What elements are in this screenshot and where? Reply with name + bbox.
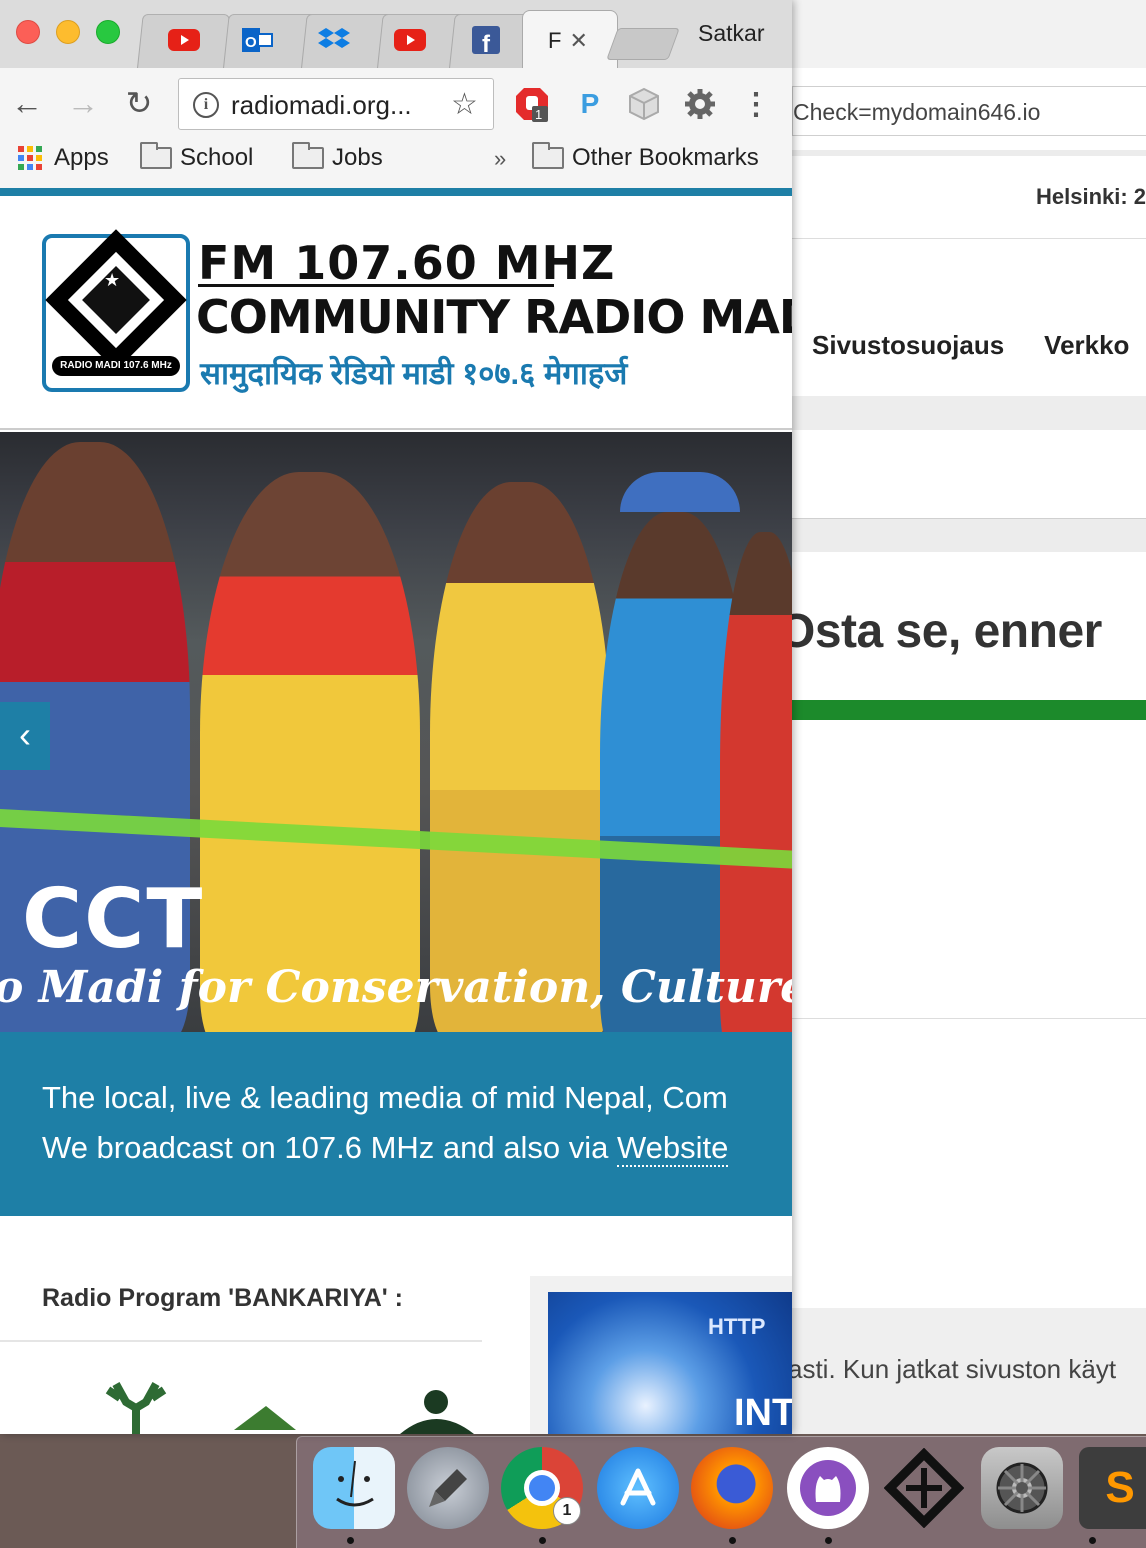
brand-divider xyxy=(198,284,554,287)
unity-icon[interactable] xyxy=(883,1447,965,1529)
address-bar[interactable]: i radiomadi.org... ☆ xyxy=(178,78,494,130)
chrome-icon[interactable]: 1 xyxy=(501,1447,583,1529)
brand-frequency: FM 107.60 MHZ xyxy=(198,236,616,290)
background-address-bar[interactable]: Check=mydomain646.io xyxy=(792,86,1146,136)
intro-line: The local, live & leading media of mid N… xyxy=(42,1080,728,1115)
background-nav-item-verkko[interactable]: Verkko xyxy=(1044,330,1129,360)
program-heading: Radio Program 'BANKARIYA' : xyxy=(42,1284,404,1312)
gear-extension-icon[interactable] xyxy=(682,86,718,122)
facebook-icon: f xyxy=(470,26,502,54)
profile-name[interactable]: Satkar xyxy=(698,20,764,47)
hero-figure xyxy=(430,482,610,1032)
background-toolbar-divider xyxy=(792,150,1146,156)
hero-figure xyxy=(200,472,420,1032)
internet-banner-image[interactable]: HTTP INT xyxy=(548,1292,792,1434)
dock-running-indicator xyxy=(825,1537,832,1544)
app-store-icon[interactable] xyxy=(597,1447,679,1529)
github-desktop-icon[interactable] xyxy=(787,1447,869,1529)
url-text: radiomadi.org... xyxy=(231,90,412,120)
background-green-bar xyxy=(792,700,1146,720)
background-divider xyxy=(792,238,1146,239)
bookmark-apps[interactable]: Apps xyxy=(18,144,109,172)
chrome-badge: 1 xyxy=(553,1497,581,1525)
slide-subtitle: o Madi for Conservation, Culture and T xyxy=(0,962,792,1013)
close-tab-icon[interactable]: ✕ xyxy=(569,28,587,53)
int-label: INT xyxy=(734,1392,792,1434)
deer-icon xyxy=(105,1382,167,1434)
star-icon: ★ xyxy=(104,270,121,290)
tab-active-label: F ✕ xyxy=(548,28,588,53)
bookmark-star-icon[interactable]: ☆ xyxy=(451,87,478,122)
umbrella xyxy=(620,472,740,512)
background-helsinki-time: Helsinki: 2 xyxy=(1036,184,1146,209)
adblock-extension-icon[interactable]: 1 xyxy=(514,86,550,122)
svg-text:f: f xyxy=(482,31,491,54)
slide-title: CCT xyxy=(22,872,205,967)
main-browser-window: O f F ✕ Satkar ← → ↻ i radiomadi.org... ☆… xyxy=(0,0,792,1434)
intro-line: We broadcast on 107.6 MHz and also via W… xyxy=(42,1130,729,1167)
background-url: Check=mydomain646.io xyxy=(793,99,1041,125)
dock-running-indicator xyxy=(539,1537,546,1544)
dock-running-indicator xyxy=(729,1537,736,1544)
finder-icon[interactable] xyxy=(313,1447,395,1529)
background-tabstrip xyxy=(792,0,1146,68)
bookmark-folder-jobs[interactable]: Jobs xyxy=(292,142,383,172)
http-label: HTTP xyxy=(708,1314,766,1339)
bookmark-folder-school[interactable]: School xyxy=(140,142,253,172)
youtube-icon xyxy=(168,26,200,54)
info-icon[interactable]: i xyxy=(193,92,219,118)
sublime-text-icon[interactable]: S xyxy=(1079,1447,1146,1529)
background-band xyxy=(792,518,1146,552)
website-link[interactable]: Website xyxy=(616,1130,729,1167)
dropbox-icon xyxy=(318,26,350,54)
p-extension-icon[interactable]: P xyxy=(572,86,608,122)
system-preferences-icon[interactable] xyxy=(981,1447,1063,1529)
intro-band xyxy=(0,1032,792,1216)
dock-running-indicator xyxy=(347,1537,354,1544)
brand-name-nepali: सामुदायिक रेडियो माडी १०७.६ मेगाहर्ज xyxy=(200,356,628,391)
background-cookie-text: asti. Kun jatkat sivuston käyt xyxy=(788,1354,1117,1384)
background-nav: Sivustosuojaus Verkko xyxy=(812,330,1146,361)
slider-prev-button[interactable]: ‹ xyxy=(0,702,50,770)
close-window-button[interactable] xyxy=(16,20,40,44)
svg-text:O: O xyxy=(245,34,257,51)
dock-running-indicator xyxy=(1089,1537,1096,1544)
zoom-window-button[interactable] xyxy=(96,20,120,44)
menu-kebab-icon[interactable]: ⋮ xyxy=(738,86,774,122)
firefox-icon[interactable] xyxy=(691,1447,773,1529)
site-top-bar xyxy=(0,188,792,196)
dock: 1 S xyxy=(296,1436,1146,1548)
hero-figure xyxy=(720,532,792,1032)
folder-icon xyxy=(140,142,172,169)
reload-button[interactable]: ↻ xyxy=(122,86,156,120)
apps-icon xyxy=(18,146,42,170)
youtube-icon xyxy=(394,26,426,54)
background-band xyxy=(792,396,1146,430)
folder-icon xyxy=(532,142,564,169)
logo-caption: RADIO MADI 107.6 MHz xyxy=(52,356,180,376)
bookmark-other-bookmarks[interactable]: Other Bookmarks xyxy=(532,142,759,172)
cube-extension-icon[interactable] xyxy=(626,86,662,122)
brand-name: COMMUNITY RADIO MADI xyxy=(196,290,792,344)
background-heading: Osta se, enner xyxy=(778,605,1102,658)
launchpad-icon[interactable] xyxy=(407,1447,489,1529)
folder-icon xyxy=(292,142,324,169)
minimize-window-button[interactable] xyxy=(56,20,80,44)
new-tab-button[interactable] xyxy=(606,28,680,60)
outlook-icon: O xyxy=(242,26,274,54)
svg-text:1: 1 xyxy=(535,107,542,122)
figure-icon xyxy=(400,1390,474,1434)
back-button[interactable]: ← xyxy=(10,86,44,120)
bookmarks-overflow-button[interactable]: » xyxy=(494,146,506,172)
forward-button[interactable]: → xyxy=(66,86,100,120)
background-nav-item-sivustosuojaus[interactable]: Sivustosuojaus xyxy=(812,330,1004,360)
program-divider xyxy=(0,1340,482,1342)
background-divider xyxy=(792,1018,1146,1019)
bird-icon xyxy=(234,1406,296,1430)
